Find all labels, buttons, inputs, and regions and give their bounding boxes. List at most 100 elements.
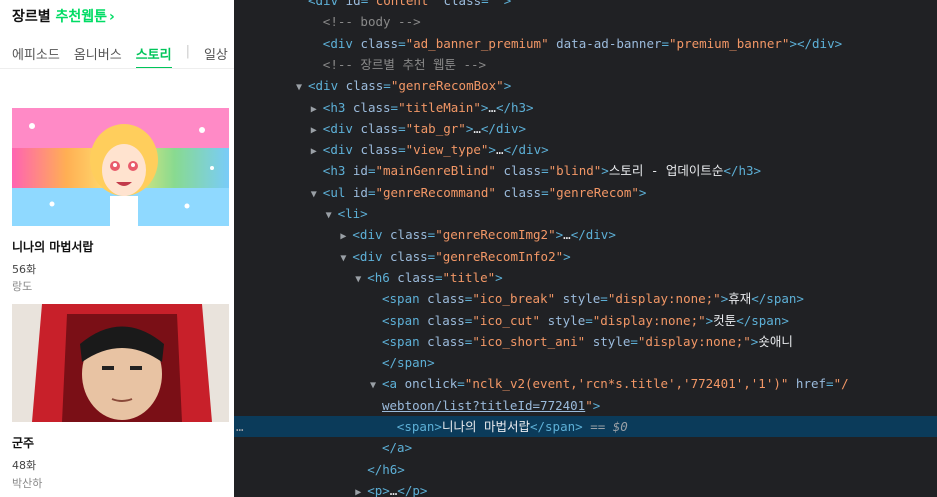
dom-node-line[interactable]: ▼ <a onclick="nclk_v2(event,'rcn*s.title'… [234, 373, 937, 394]
code-token-tag: </a> [382, 440, 413, 456]
code-token-attr: class [390, 248, 428, 264]
code-token-tag: = [398, 120, 406, 136]
code-token-val: "mainGenreBlind" [375, 163, 496, 179]
tab-episode[interactable]: 에피소드 [12, 44, 60, 63]
webtoon-thumbnail[interactable] [12, 304, 229, 422]
dom-node-line[interactable]: ▼ <div class="genreRecomBox"> [234, 75, 937, 96]
tab-story[interactable]: 스토리 [135, 44, 172, 69]
collapse-triangle-icon[interactable]: ▼ [355, 269, 367, 290]
code-token-tag: = [585, 312, 593, 328]
dom-node-line[interactable]: <span class="ico_short_ani" style="displ… [234, 331, 937, 352]
section-title[interactable]: 장르별 추천웹툰 › [12, 6, 115, 26]
code-token-tag: = [600, 291, 608, 307]
code-token-val: "genreRecomImg2" [435, 227, 556, 243]
code-token-tag: = [541, 184, 549, 200]
code-token-tag: > [495, 269, 503, 285]
dom-node-line[interactable]: ▼ <li> [234, 203, 937, 224]
code-token-tag: </span> [382, 355, 435, 371]
code-token-txt: … [488, 99, 496, 115]
code-token-tag: = [398, 142, 406, 158]
code-token-txt: … [473, 120, 481, 136]
code-token-tag: <h6 [367, 269, 398, 285]
code-token-attr: id [352, 184, 368, 200]
dom-node-line[interactable]: webtoon/list?titleId=772401"> [234, 395, 937, 416]
collapse-triangle-icon[interactable]: ▼ [311, 184, 323, 205]
dom-node-line[interactable]: </a> [234, 437, 937, 458]
dom-node-line[interactable]: ▶ <div class="genreRecomImg2">…</div> [234, 224, 937, 245]
tab-divider: | [185, 44, 190, 59]
dom-node-content: ▶ <p>…</p> [355, 480, 427, 497]
tab-omnibus[interactable]: 옴니버스 [74, 44, 122, 63]
webtoon-title[interactable]: 군주 [12, 434, 34, 451]
code-token-attr: class [345, 78, 384, 94]
devtools-elements-panel[interactable]: <div id="content" class=""> <!-- body -->… [234, 0, 937, 497]
dom-node-line[interactable]: ▶ <h3 class="titleMain">…</h3> [234, 97, 937, 118]
collapse-triangle-icon[interactable]: ▼ [370, 375, 382, 396]
dom-node-line[interactable]: <span class="ico_break" style="display:n… [234, 288, 937, 309]
code-token-tag: </h3> [495, 99, 534, 115]
dom-node-selected[interactable]: … <span>니나의 마법서랍</span> == $0 [234, 416, 937, 437]
code-token-tag: </h6> [367, 461, 405, 477]
code-token-attr: class [360, 120, 399, 136]
dom-node-line[interactable]: ▶ <div class="tab_gr">…</div> [234, 118, 937, 139]
webtoon-thumbnail[interactable] [12, 108, 229, 226]
dom-node-line[interactable]: <!-- 장르별 추천 웹툰 --> [234, 54, 937, 75]
expand-triangle-icon[interactable]: ▶ [355, 482, 367, 497]
code-token-val: "premium_banner" [669, 35, 790, 51]
code-token-attr: class [390, 227, 428, 243]
expand-triangle-icon[interactable]: ▶ [311, 141, 323, 162]
code-token-txt: 니나의 마법서랍 [441, 419, 530, 434]
code-token-tag: > [503, 0, 512, 8]
code-token-val: "tab_gr" [405, 120, 466, 136]
code-token-tag: </span> [736, 312, 789, 328]
dom-node-line[interactable]: </h6> [234, 459, 937, 480]
dom-node-line[interactable]: <!-- body --> [234, 11, 937, 32]
code-token-tag: <div [352, 248, 391, 264]
tab-daily[interactable]: 일상 [204, 44, 228, 63]
code-token-attr: style [585, 333, 631, 349]
chevron-right-icon: › [109, 9, 115, 25]
code-token-link[interactable]: webtoon/list?titleId=772401 [382, 398, 585, 413]
episode-count: 56화 [12, 263, 37, 276]
more-options-icon[interactable]: … [236, 416, 244, 437]
code-token-tag: = [541, 163, 549, 179]
dom-node-content: <span>니나의 마법서랍</span> == $0 [397, 416, 628, 437]
dom-node-line[interactable]: ▼ <ul id="genreRecommand" class="genreRec… [234, 182, 937, 203]
dom-node-content: <!-- body --> [323, 11, 421, 32]
code-token-attr: class [397, 269, 435, 285]
code-token-tag: <h3 [322, 163, 353, 179]
collapse-triangle-icon[interactable]: ▼ [326, 205, 338, 226]
author-name[interactable]: 랑도 [12, 278, 32, 294]
expand-triangle-icon[interactable]: ▶ [311, 99, 323, 120]
dom-node-line[interactable]: <h3 id="mainGenreBlind" class="blind">스토… [234, 160, 937, 181]
code-token-tag: <div [322, 35, 361, 51]
dom-node-line[interactable]: <span class="ico_cut" style="display:non… [234, 310, 937, 331]
code-token-attr: class [427, 333, 465, 349]
code-token-attr: style [555, 291, 601, 307]
collapse-triangle-icon[interactable]: ▼ [340, 248, 352, 269]
code-token-tag: > [503, 78, 512, 94]
code-token-attr: id [352, 163, 368, 179]
dom-node-line[interactable]: <div class="ad_banner_premium" data-ad-b… [234, 33, 937, 54]
code-token-txt: 컷툰 [713, 312, 737, 328]
webtoon-title[interactable]: 니나의 마법서랍 [12, 238, 93, 255]
code-token-val: "ico_break" [472, 291, 556, 307]
collapse-triangle-icon[interactable]: ▼ [296, 77, 308, 98]
dom-node-content: ▼ <div class="genreRecomBox"> [296, 75, 511, 98]
dom-node-line[interactable]: ▶ <p>…</p> [234, 480, 937, 497]
code-token-val: "genreRecomBox" [390, 78, 504, 94]
code-token-attr: class [360, 142, 399, 158]
dom-node-line[interactable]: ▶ <div class="view_type">…</div> [234, 139, 937, 160]
dom-node-line[interactable]: <div id="content" class=""> [234, 0, 937, 11]
dom-node-line[interactable]: ▼ <div class="genreRecomInfo2"> [234, 246, 937, 267]
code-token-val: "display:none;" [637, 333, 751, 349]
dom-node-line[interactable]: ▼ <h6 class="title"> [234, 267, 937, 288]
code-token-tag: > [601, 163, 609, 179]
code-token-tag: <div [308, 78, 346, 94]
code-token-tag: = [630, 333, 638, 349]
dom-node-line[interactable]: </span> [234, 352, 937, 373]
code-token-tag: > [638, 184, 647, 200]
expand-triangle-icon[interactable]: ▶ [340, 226, 352, 247]
author-name[interactable]: 박산하 [12, 475, 42, 491]
expand-triangle-icon[interactable]: ▶ [311, 120, 323, 141]
